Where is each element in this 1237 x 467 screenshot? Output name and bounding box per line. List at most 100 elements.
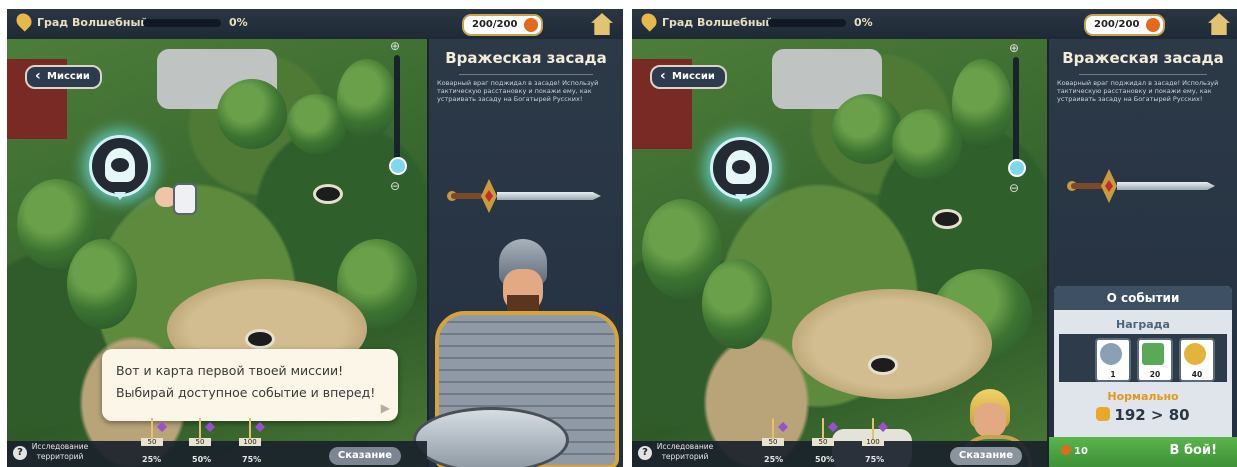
top-bar: Град Волшебный 0% 200/200 xyxy=(7,9,623,39)
zoom-out-icon[interactable]: ⊖ xyxy=(388,179,402,193)
reward-qty: 40 xyxy=(1191,370,1203,379)
gem-chest-icon xyxy=(199,418,201,439)
event-description: Коварный враг поджидал в засаде! Использ… xyxy=(437,79,599,103)
tutorial-pointer-hand-icon xyxy=(155,181,197,215)
energy-icon xyxy=(1061,445,1071,455)
zoom-out-icon[interactable]: ⊖ xyxy=(1007,181,1021,195)
event-description: Коварный враг поджидал в засаде! Использ… xyxy=(1057,79,1219,103)
home-icon[interactable] xyxy=(589,11,615,37)
milestone-percent: 25% xyxy=(142,455,162,464)
event-info-header: О событии xyxy=(1054,286,1232,310)
energy-icon xyxy=(524,18,539,32)
milestone-count: 100 xyxy=(862,438,884,446)
gold-coin-icon xyxy=(1184,343,1206,365)
reward-item[interactable]: 40 xyxy=(1179,338,1215,382)
sword-icon xyxy=(447,179,601,213)
city-name: Град Волшебный xyxy=(662,16,774,29)
milestone-count: 100 xyxy=(239,438,261,446)
zoom-slider-handle[interactable] xyxy=(389,157,407,175)
zoom-slider-handle[interactable] xyxy=(1008,159,1026,177)
reward-qty: 1 xyxy=(1110,370,1116,379)
event-title: Вражеская засада xyxy=(1062,49,1224,67)
event-info-card: О событии Награда 1 20 40 Нормально 192 … xyxy=(1054,286,1232,448)
story-button[interactable]: Сказание xyxy=(329,447,401,465)
milestone-chest[interactable]: 50 xyxy=(762,418,784,446)
scroll-icon xyxy=(1142,343,1164,365)
zoom-slider[interactable]: ⊕ ⊖ xyxy=(1008,41,1026,195)
rewards-row: 1 20 40 xyxy=(1059,334,1227,382)
reward-qty: 20 xyxy=(1149,370,1161,379)
energy-counter[interactable]: 200/200 xyxy=(1084,14,1166,36)
zoom-slider[interactable]: ⊕ ⊖ xyxy=(389,39,407,193)
event-panel: Вражеская засада Коварный враг поджидал … xyxy=(1047,39,1237,467)
milestone-percent: 75% xyxy=(865,455,885,464)
milestone-percent: 50% xyxy=(192,455,212,464)
zoom-in-icon[interactable]: ⊕ xyxy=(1007,41,1021,55)
tutorial-screen: Град Волшебный 0% 200/200 Миссии ⊕ ⊖ Вра… xyxy=(7,9,623,467)
tutorial-speech-bubble[interactable]: Вот и карта первой твоей миссии! Выбирай… xyxy=(102,349,398,421)
fight-cost: 10 xyxy=(1061,445,1088,457)
milestone-chest[interactable]: 50 xyxy=(812,418,834,446)
reward-item[interactable]: 1 xyxy=(1095,338,1131,382)
milestone-count: 50 xyxy=(762,438,784,446)
gem-chest-icon xyxy=(872,418,874,439)
power-value: 192 > 80 xyxy=(1114,406,1190,424)
next-arrow-icon[interactable]: ▶ xyxy=(381,401,390,415)
milestone-percent: 25% xyxy=(764,455,784,464)
energy-counter[interactable]: 200/200 xyxy=(462,14,544,36)
bogatyr-character xyxy=(407,239,623,467)
city-progress-text: 0% xyxy=(229,16,248,29)
energy-value: 200/200 xyxy=(1094,19,1140,30)
tutorial-line-2: Выбирай доступное событие и вперед! xyxy=(116,385,376,400)
exploration-label: Исследование территорий xyxy=(31,442,89,461)
milestone-chest[interactable]: 50 xyxy=(189,418,211,446)
story-button[interactable]: Сказание xyxy=(950,447,1022,465)
mission-node[interactable] xyxy=(245,329,275,349)
exploration-bar: ? Исследование территорий 50 50 100 25% … xyxy=(7,418,427,467)
event-details-screen: Град Волшебный 0% 200/200 Миссии ⊕ ⊖ Вра… xyxy=(632,9,1237,467)
milestone-percent: 50% xyxy=(815,455,835,464)
top-bar: Град Волшебный 0% 200/200 xyxy=(632,9,1237,39)
milestone-chest[interactable]: 50 xyxy=(141,418,163,446)
exploration-bar: ? Исследование территорий 50 50 100 25% … xyxy=(632,418,1047,467)
missions-back-button[interactable]: Миссии xyxy=(25,65,102,89)
milestone-count: 50 xyxy=(189,438,211,446)
enemy-event-marker[interactable] xyxy=(710,137,772,202)
reward-item[interactable]: 20 xyxy=(1137,338,1173,382)
power-comparison: 192 > 80 xyxy=(1054,406,1232,424)
milestone-chest[interactable]: 100 xyxy=(862,418,884,446)
mission-node[interactable] xyxy=(868,355,898,375)
milestone-chest[interactable]: 100 xyxy=(239,418,261,446)
hooded-enemy-icon xyxy=(726,150,756,184)
mission-node[interactable] xyxy=(932,209,962,229)
milestone-count: 50 xyxy=(812,438,834,446)
event-title: Вражеская засада xyxy=(445,49,607,67)
city-name: Град Волшебный xyxy=(37,16,149,29)
hooded-enemy-icon xyxy=(105,148,135,182)
fight-button[interactable]: 10 В бой! xyxy=(1049,437,1237,467)
energy-icon xyxy=(1146,18,1161,32)
gem-chest-icon xyxy=(249,418,251,439)
gem-chest-icon xyxy=(822,418,824,439)
fight-cost-value: 10 xyxy=(1074,446,1088,457)
mission-node[interactable] xyxy=(313,184,343,204)
help-icon[interactable]: ? xyxy=(638,446,652,460)
help-icon[interactable]: ? xyxy=(13,446,27,460)
exploration-label: Исследование территорий xyxy=(656,442,714,461)
milestone-count: 50 xyxy=(141,438,163,446)
enemy-event-marker[interactable] xyxy=(89,135,151,200)
milestone-percent: 75% xyxy=(242,455,262,464)
location-pin-icon xyxy=(638,10,660,32)
sword-icon xyxy=(1067,169,1215,203)
city-progress-text: 0% xyxy=(854,16,873,29)
energy-value: 200/200 xyxy=(472,19,518,30)
tutorial-line-1: Вот и карта первой твоей миссии! xyxy=(116,363,344,378)
zoom-in-icon[interactable]: ⊕ xyxy=(388,39,402,53)
missions-back-button[interactable]: Миссии xyxy=(650,65,727,89)
difficulty-label: Нормально xyxy=(1107,390,1179,403)
gem-chest-icon xyxy=(151,418,153,439)
fight-button-label: В бой! xyxy=(1169,443,1217,458)
home-icon[interactable] xyxy=(1206,11,1232,37)
power-fist-icon xyxy=(1096,407,1111,421)
gem-chest-icon xyxy=(772,418,774,439)
